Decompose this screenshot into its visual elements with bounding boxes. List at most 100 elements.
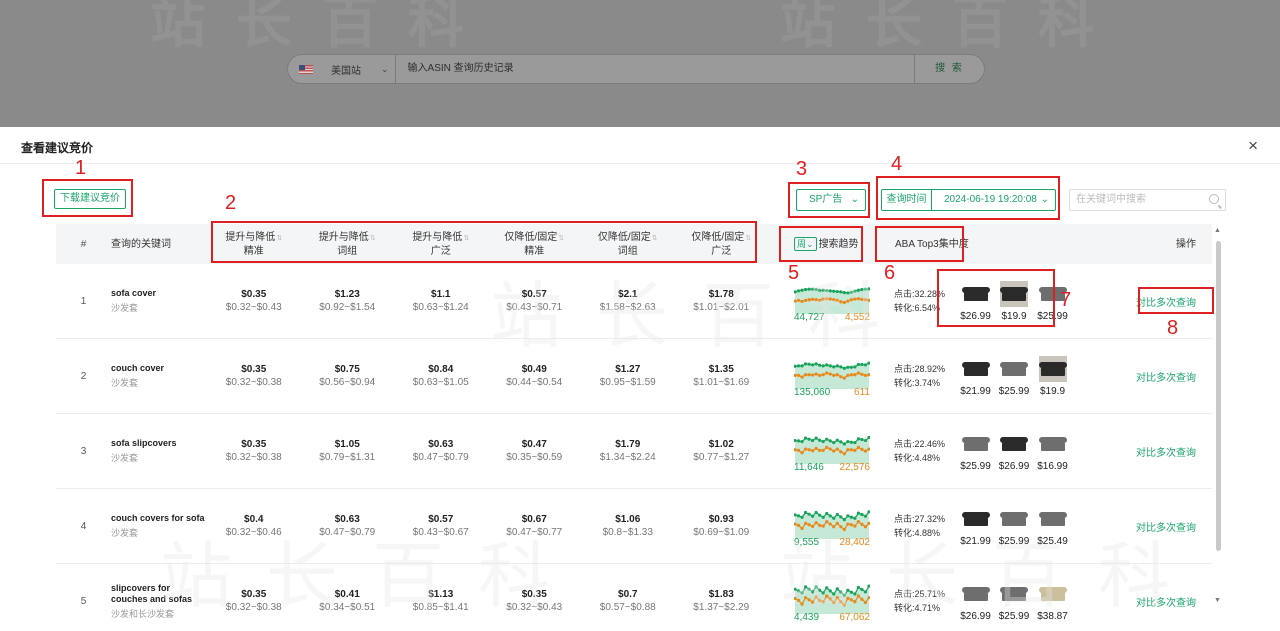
bid-cell: $0.49 $0.44~$0.54 (488, 364, 582, 388)
trend-green-point (814, 436, 818, 440)
product-item[interactable]: $25.49 (1036, 506, 1069, 547)
product-item[interactable]: $16.99 (1036, 431, 1069, 472)
product-item[interactable]: $25.99 (998, 356, 1031, 397)
trend-orange-point (846, 447, 850, 451)
product-item[interactable]: $25.99 (998, 506, 1031, 547)
trend-green-point (835, 512, 839, 516)
bid-range: $0.63~$1.05 (412, 377, 469, 388)
trend-green-point (828, 288, 832, 292)
product-image[interactable] (1000, 581, 1028, 607)
keyword-cell: couch covers for sofa 沙发套 (111, 513, 207, 539)
trend-green-point (832, 289, 836, 293)
compare-queries-link[interactable]: 对比多次查询 (1136, 598, 1196, 609)
product-image[interactable] (961, 431, 990, 457)
compare-queries-link[interactable]: 对比多次查询 (1136, 448, 1196, 459)
trend-green-point (856, 288, 861, 292)
product-item[interactable]: $26.99 (959, 581, 992, 622)
bid-value: $1.02 (708, 439, 734, 450)
bid-value: $0.84 (428, 364, 454, 375)
trend-orange-point (811, 448, 815, 452)
product-item[interactable]: $21.99 (959, 356, 992, 397)
search-rank: 67,062 (839, 611, 870, 623)
bid-value: $1.1 (431, 289, 451, 300)
product-price: $25.49 (1037, 535, 1068, 547)
search-button[interactable]: 搜 索 (914, 55, 984, 83)
keyword-text: couch cover (111, 363, 165, 373)
product-item[interactable]: $19.9 (1036, 355, 1069, 397)
keyword-translation: 沙发套 (111, 303, 139, 313)
site-select[interactable]: 美国站 (331, 62, 381, 77)
trend-green-point (835, 438, 839, 442)
compare-queries-link[interactable]: 对比多次查询 (1136, 373, 1196, 384)
operation-cell: 对比多次查询 (1069, 444, 1212, 459)
search-volume: 44,727 (794, 311, 825, 323)
close-icon[interactable]: × (1248, 136, 1258, 156)
row-index: 2 (80, 370, 87, 382)
trend-green-point (853, 440, 857, 444)
product-image[interactable] (1038, 431, 1067, 457)
product-item[interactable]: $25.99 (998, 581, 1031, 622)
search-trend-cell: 11,646 22,576 (794, 430, 884, 473)
aba-concentration-cell: 点击:27.32% 转化:4.88% (894, 512, 959, 540)
search-icon[interactable] (1209, 194, 1219, 204)
bid-cell: $0.93 $0.69~$1.09 (675, 514, 769, 538)
trend-green-point (853, 591, 857, 596)
trend-orange-point (860, 297, 864, 301)
trend-green-point (800, 515, 804, 519)
trend-green-point (863, 589, 868, 593)
product-item[interactable]: $25.99 (959, 431, 992, 472)
product-image[interactable] (961, 506, 990, 532)
product-image[interactable] (1038, 581, 1067, 607)
product-image[interactable] (1000, 356, 1028, 382)
product-image[interactable] (1000, 431, 1028, 457)
trend-orange-point (853, 296, 857, 301)
scrollbar-thumb[interactable] (1216, 241, 1221, 551)
trend-green-point (863, 438, 868, 442)
product-item[interactable]: $26.99 (998, 431, 1031, 472)
bid-range: $0.47~$0.79 (412, 452, 469, 463)
trend-green-point (846, 588, 850, 592)
product-image[interactable] (1038, 355, 1067, 382)
product-item[interactable]: $38.87 (1036, 581, 1069, 622)
trend-green-point (846, 365, 850, 369)
trend-orange-point (832, 297, 836, 301)
keyword-search-input[interactable]: 在关键词中搜索 (1069, 189, 1226, 211)
scroll-up-icon[interactable]: ▲ (1214, 227, 1221, 234)
trend-green-point (814, 584, 818, 588)
product-image[interactable] (1000, 506, 1028, 532)
product-price: $21.99 (960, 385, 991, 397)
annotation-number: 6 (884, 262, 896, 284)
scroll-down-icon[interactable]: ▼ (1214, 597, 1221, 604)
compare-queries-link[interactable]: 对比多次查询 (1136, 523, 1196, 534)
trend-green-point (846, 290, 850, 295)
trend-green-point (821, 288, 825, 292)
trend-green-point (853, 364, 857, 368)
click-share: 点击:28.92% (894, 364, 946, 374)
bid-value: $0.41 (334, 589, 360, 600)
bid-cell: $1.83 $1.37~$2.29 (675, 589, 769, 613)
keyword-text: sofa slipcovers (111, 438, 177, 448)
product-image[interactable] (961, 356, 990, 382)
trend-orange-point (832, 373, 836, 377)
bid-value: $0.63 (334, 514, 360, 525)
bid-range: $0.47~$0.79 (319, 527, 376, 538)
trend-orange-point (839, 449, 843, 453)
product-image[interactable] (961, 581, 990, 607)
trend-orange-point (825, 445, 829, 449)
product-item[interactable]: $21.99 (959, 506, 992, 547)
trend-orange-point (800, 526, 804, 530)
annotation-box (779, 226, 863, 262)
bid-cell: $1.06 $0.8~$1.33 (581, 514, 675, 538)
bid-value: $0.75 (334, 364, 360, 375)
trend-orange-point (849, 597, 853, 601)
table-row: 5 slipcovers for couches and sofas 沙发和长沙发套… (56, 564, 1212, 631)
bid-range: $0.32~$0.43 (506, 602, 563, 613)
search-volume: 4,439 (794, 611, 820, 623)
asin-search-input[interactable]: 输入ASIN 查询历史记录 (394, 55, 914, 83)
trend-orange-point (856, 296, 861, 300)
trend-orange-point (825, 370, 829, 375)
suggested-bid-modal: 查看建议竞价 × 下载建议竞价 SP广告 ⌄ 查询时间 2024-06-19 1… (0, 127, 1280, 631)
product-image[interactable] (1038, 506, 1067, 532)
keyword-cell: slipcovers for couches and sofas 沙发和长沙发套 (111, 583, 207, 620)
bid-value: $0.67 (521, 514, 547, 525)
